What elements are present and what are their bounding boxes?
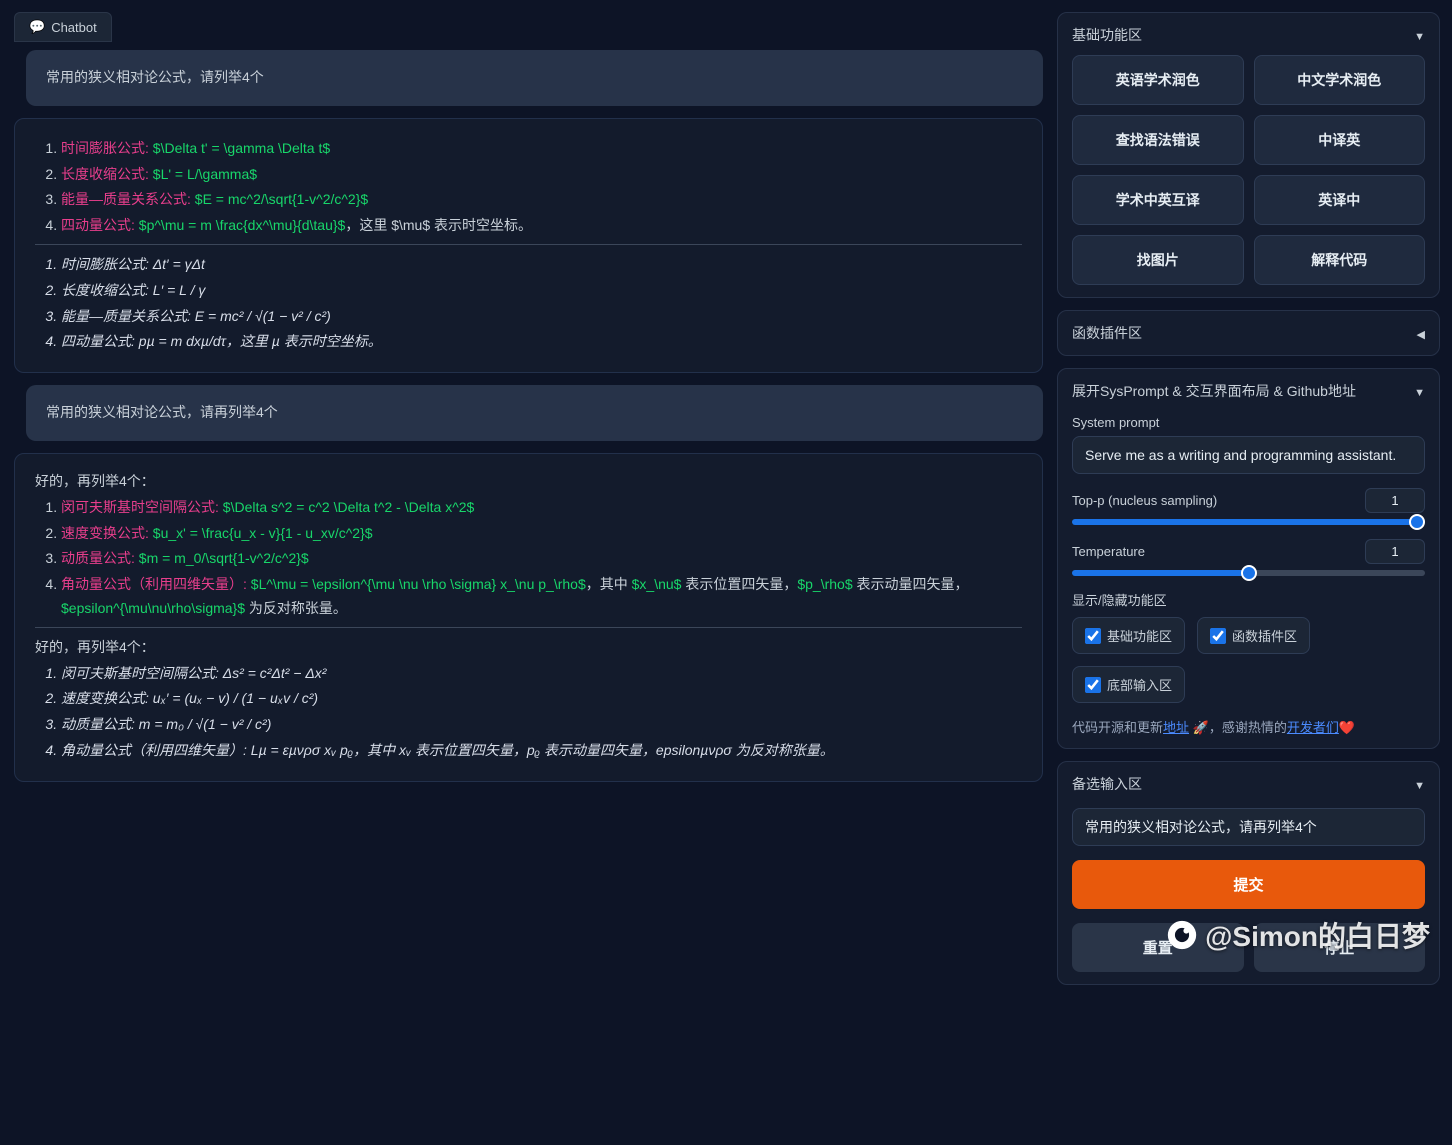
list-item: 四动量公式: $p^\mu = m \frac{dx^\mu}{d\tau}$，… (61, 214, 1022, 238)
divider (35, 627, 1022, 628)
panel-sysprompt-header[interactable]: 展开SysPrompt & 交互界面布局 & Github地址 (1072, 381, 1425, 401)
list-item: 能量—质量关系公式: $E = mc^2/\sqrt{1-v^2/c^2}$ (61, 188, 1022, 212)
chk-input[interactable]: 底部输入区 (1072, 666, 1185, 703)
divider (35, 244, 1022, 245)
btn-acad-trans[interactable]: 学术中英互译 (1072, 175, 1244, 225)
panel-title: 展开SysPrompt & 交互界面布局 & Github地址 (1072, 381, 1356, 401)
list-item: 动质量公式: $m = m_0/\sqrt{1-v^2/c^2}$ (61, 547, 1022, 571)
list-item: 时间膨胀公式: Δt′ = γΔt (61, 253, 1022, 277)
list-item: 闵可夫斯基时空间隔公式: Δs² = c²Δt² − Δx² (61, 662, 1022, 686)
panel-title: 备选输入区 (1072, 774, 1142, 794)
panel-sysprompt: 展开SysPrompt & 交互界面布局 & Github地址 System p… (1057, 368, 1440, 749)
checkbox-input[interactable] (1085, 677, 1101, 693)
btn-zh2en[interactable]: 中译英 (1254, 115, 1426, 165)
panel-basic: 基础功能区 英语学术润色 中文学术润色 查找语法错误 中译英 学术中英互译 英译… (1057, 12, 1440, 298)
btn-en-polish[interactable]: 英语学术润色 (1072, 55, 1244, 105)
list-item: 速度变换公式: $u_x' = \frac{u_x - v}{1 - u_xv/… (61, 522, 1022, 546)
checkbox-func[interactable] (1210, 628, 1226, 644)
input-prompt[interactable] (1072, 808, 1425, 846)
list-item: 角动量公式（利用四维矢量）: $L^\mu = \epsilon^{\mu \n… (61, 573, 1022, 621)
list-item: 长度收缩公式: $L' = L/\gamma$ (61, 163, 1022, 187)
panel-func-plugins: 函数插件区 (1057, 310, 1440, 356)
footnote: 代码开源和更新地址 🚀，感谢热情的开发者们❤️ (1072, 717, 1425, 736)
label-top-p: Top-p (nucleus sampling) (1072, 493, 1217, 508)
submit-button[interactable]: 提交 (1072, 860, 1425, 909)
label-temperature: Temperature (1072, 544, 1145, 559)
slider-top-p[interactable] (1072, 519, 1425, 525)
list-item: 速度变换公式: uₓ′ = (uₓ − v) / (1 − uₓv / c²) (61, 687, 1022, 711)
chevron-down-icon (1414, 776, 1425, 792)
label-show-hide: 显示/隐藏功能区 (1072, 590, 1425, 609)
slider-temperature[interactable] (1072, 570, 1425, 576)
user-message: 常用的狭义相对论公式，请列举4个 (26, 50, 1043, 106)
btn-find-image[interactable]: 找图片 (1072, 235, 1244, 285)
reset-button[interactable]: 重置 (1072, 923, 1244, 972)
value-top-p[interactable]: 1 (1365, 488, 1425, 513)
chk-basic[interactable]: 基础功能区 (1072, 617, 1185, 654)
list-item: 闵可夫斯基时空间隔公式: $\Delta s^2 = c^2 \Delta t^… (61, 496, 1022, 520)
chat-log: 常用的狭义相对论公式，请列举4个 时间膨胀公式: $\Delta t' = \g… (14, 50, 1043, 1133)
user-text: 常用的狭义相对论公式，请列举4个 (46, 69, 264, 85)
user-text: 常用的狭义相对论公式，请再列举4个 (46, 404, 278, 420)
list-item: 时间膨胀公式: $\Delta t' = \gamma \Delta t$ (61, 137, 1022, 161)
panel-title: 函数插件区 (1072, 323, 1142, 343)
chk-func[interactable]: 函数插件区 (1197, 617, 1310, 654)
panel-title: 基础功能区 (1072, 25, 1142, 45)
panel-func-header[interactable]: 函数插件区 (1072, 323, 1425, 343)
tab-chatbot[interactable]: 💬 Chatbot (14, 12, 112, 42)
panel-input: 备选输入区 提交 重置 停止 (1057, 761, 1440, 985)
list-item: 动质量公式: m = m₀ / √(1 − v² / c²) (61, 713, 1022, 737)
label-system-prompt: System prompt (1072, 415, 1425, 430)
panel-input-header[interactable]: 备选输入区 (1072, 774, 1425, 794)
btn-en2zh[interactable]: 英译中 (1254, 175, 1426, 225)
lead-text: 好的，再列举4个： (35, 470, 1022, 494)
chevron-down-icon (1414, 383, 1425, 399)
lead-text: 好的，再列举4个： (35, 636, 1022, 660)
chevron-down-icon (1414, 27, 1425, 43)
tab-label: Chatbot (51, 20, 97, 35)
list-item: 能量—质量关系公式: E = mc² / √(1 − v² / c²) (61, 305, 1022, 329)
input-system-prompt[interactable] (1072, 436, 1425, 474)
link-devs[interactable]: 开发者们 (1287, 720, 1339, 735)
heart-icon: ❤️ (1339, 720, 1355, 735)
bot-message: 好的，再列举4个： 闵可夫斯基时空间隔公式: $\Delta s^2 = c^2… (14, 453, 1043, 782)
stop-button[interactable]: 停止 (1254, 923, 1426, 972)
bot-message: 时间膨胀公式: $\Delta t' = \gamma \Delta t$ 长度… (14, 118, 1043, 373)
chat-icon: 💬 (29, 19, 45, 35)
list-item: 长度收缩公式: L′ = L / γ (61, 279, 1022, 303)
checkbox-basic[interactable] (1085, 628, 1101, 644)
list-item: 四动量公式: pµ = m dxµ/dτ，这里 µ 表示时空坐标。 (61, 330, 1022, 354)
value-temperature[interactable]: 1 (1365, 539, 1425, 564)
btn-grammar[interactable]: 查找语法错误 (1072, 115, 1244, 165)
btn-explain-code[interactable]: 解释代码 (1254, 235, 1426, 285)
chevron-left-icon (1417, 325, 1425, 341)
list-item: 角动量公式（利用四维矢量）: Lµ = εµνρσ xᵥ pᵨ，其中 xᵥ 表示… (61, 739, 1022, 763)
link-repo[interactable]: 地址 (1163, 720, 1189, 735)
btn-zh-polish[interactable]: 中文学术润色 (1254, 55, 1426, 105)
rocket-icon: 🚀 (1193, 720, 1209, 735)
panel-basic-header[interactable]: 基础功能区 (1072, 25, 1425, 45)
user-message: 常用的狭义相对论公式，请再列举4个 (26, 385, 1043, 441)
